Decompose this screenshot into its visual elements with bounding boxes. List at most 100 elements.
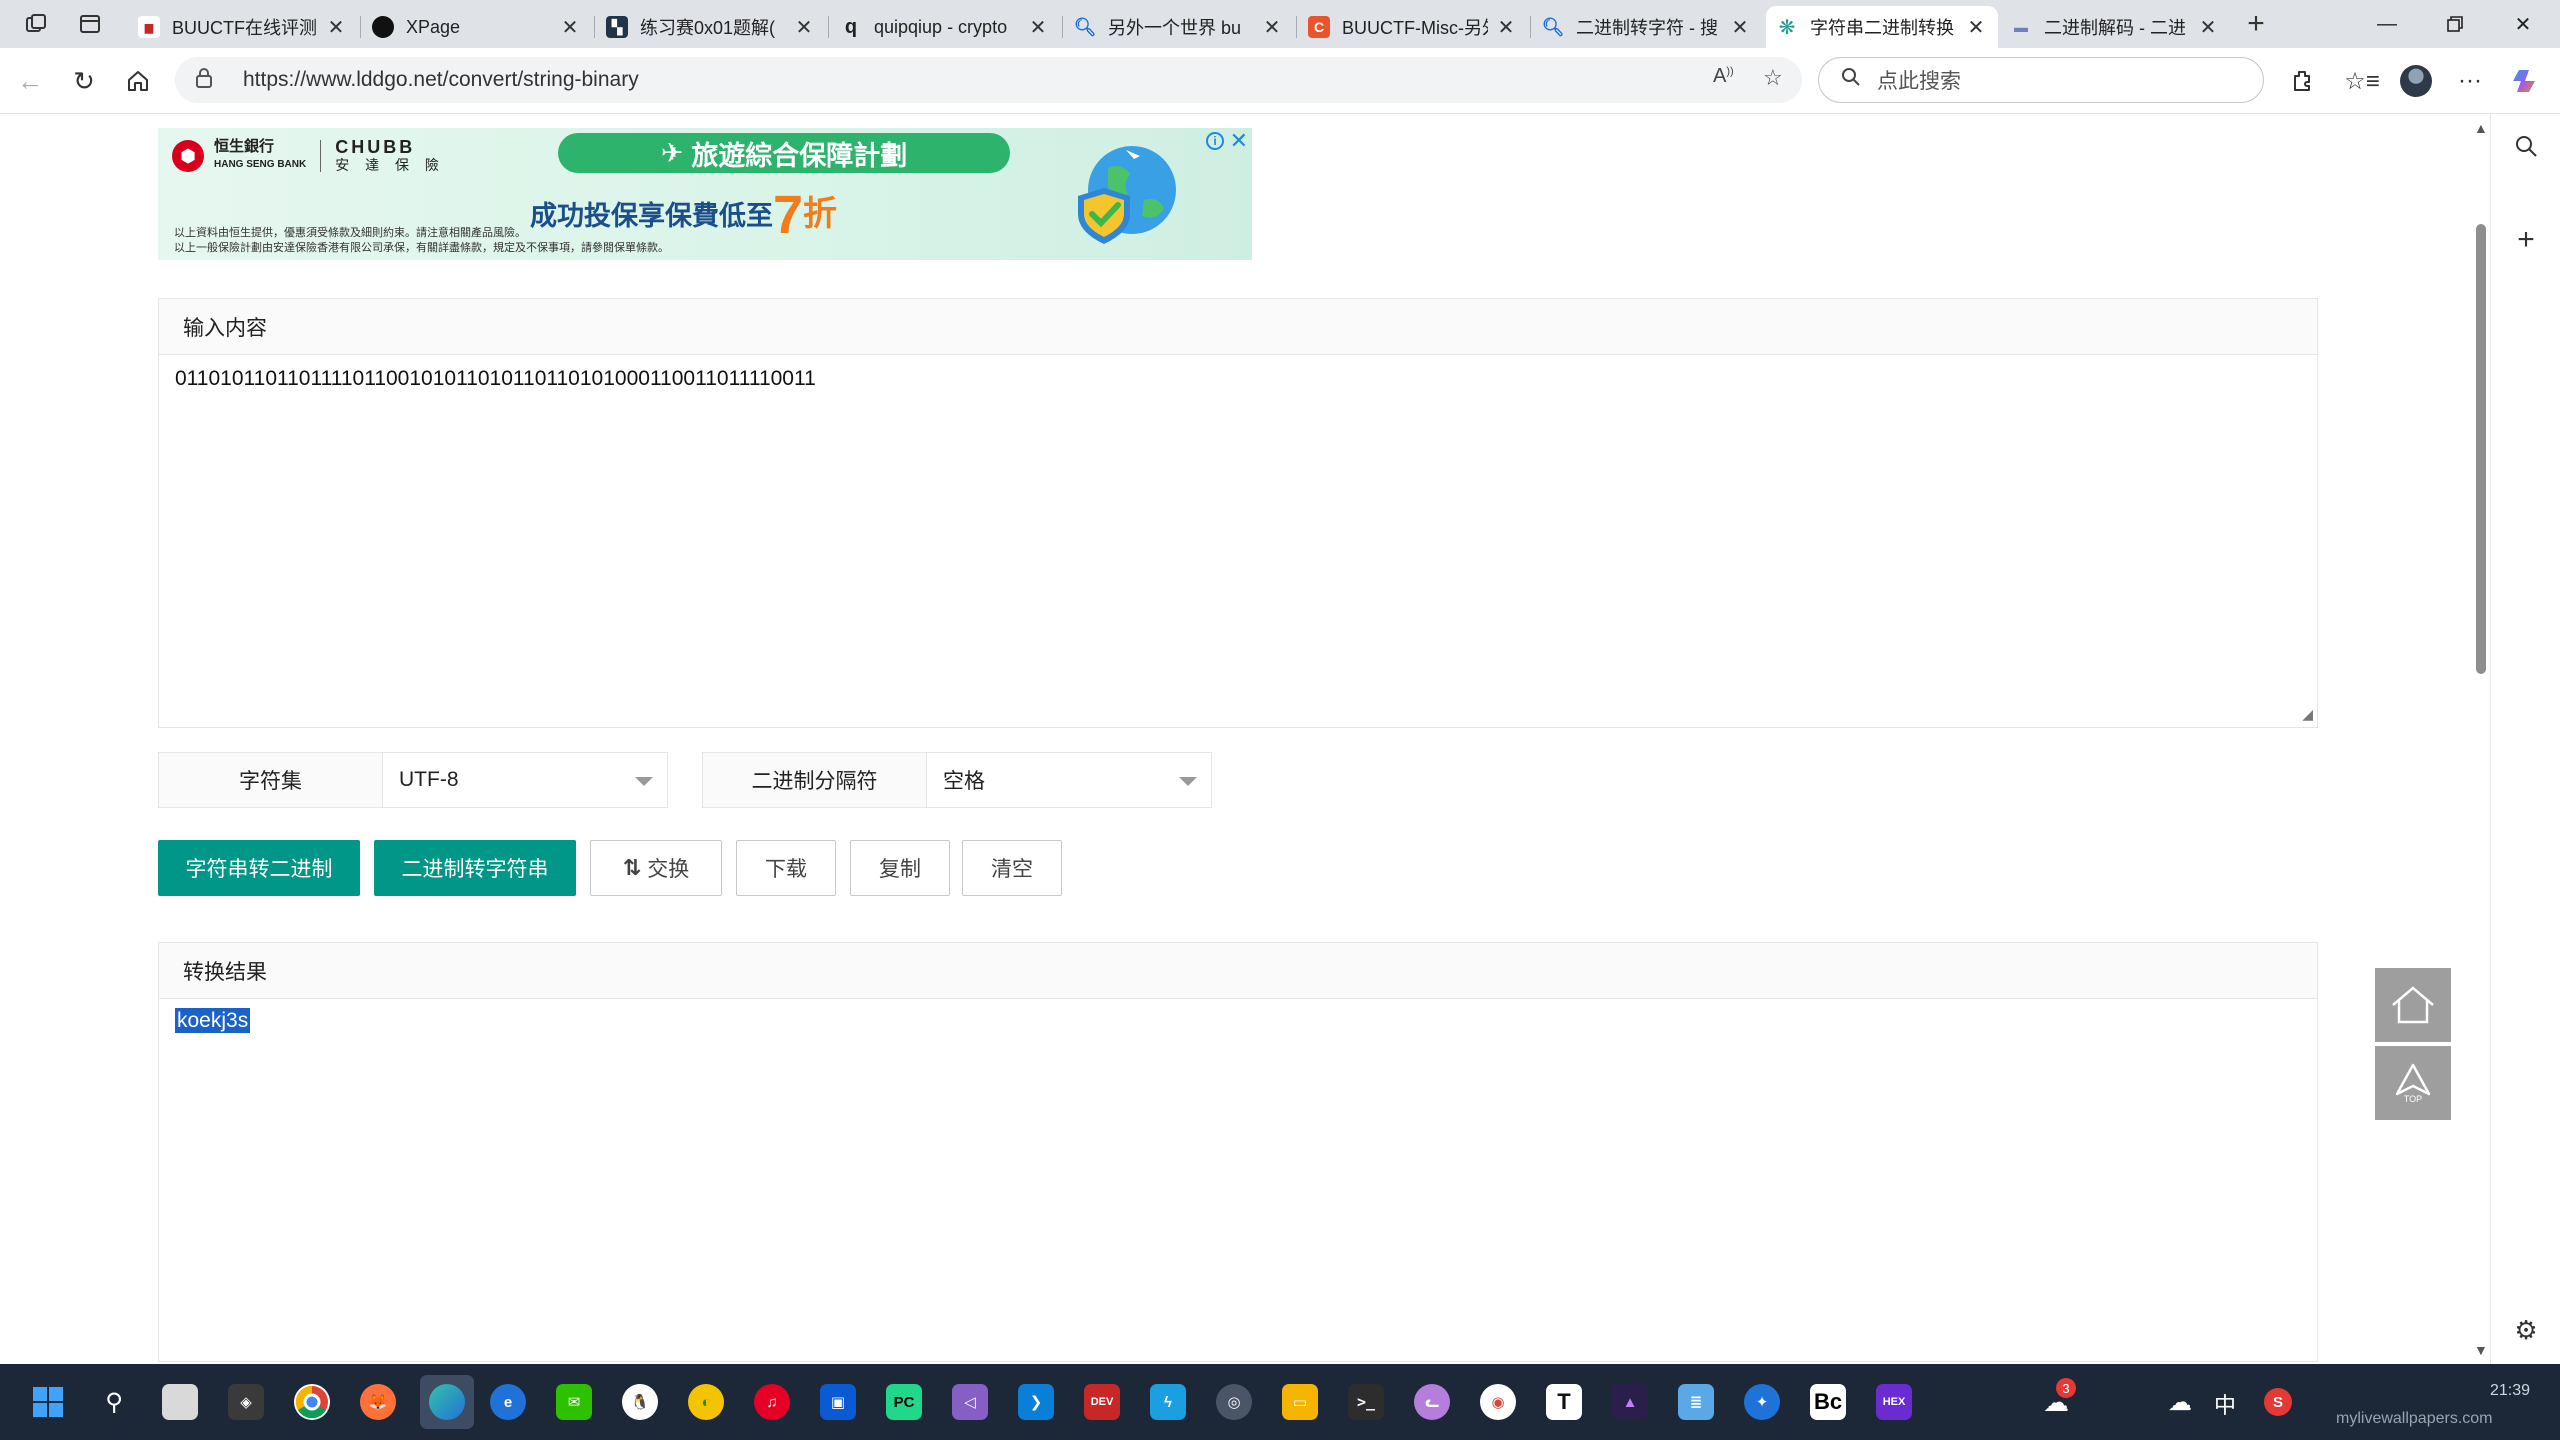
close-window-button[interactable]: ✕ xyxy=(2498,8,2548,40)
url-text[interactable]: https://www.lddgo.net/convert/string-bin… xyxy=(243,68,639,92)
tab-another-world[interactable]: 🔍︎ 另外一个世界 bu ✕ xyxy=(1064,6,1294,48)
sidebar-add-icon[interactable]: + xyxy=(2508,222,2544,258)
wechat-icon[interactable]: ✉ xyxy=(556,1384,592,1420)
qq-icon[interactable]: 🐧 xyxy=(622,1384,658,1420)
tab-string-binary[interactable]: ❋ 字符串二进制转换 ✕ xyxy=(1766,6,1998,48)
ad-info-icon[interactable]: i xyxy=(1206,132,1224,150)
vscode-icon[interactable]: ❯ xyxy=(1018,1384,1054,1420)
close-icon[interactable]: ✕ xyxy=(1494,15,1518,40)
tab-practice[interactable]: ▚ 练习赛0x01题解( ✕ xyxy=(596,6,826,48)
ime-indicator[interactable]: 中 xyxy=(2214,1388,2236,1420)
hex-editor-icon[interactable]: HEX xyxy=(1876,1384,1912,1420)
sidebar-settings-icon[interactable]: ⚙ xyxy=(2508,1312,2544,1348)
devcpp-icon[interactable]: DEV xyxy=(1084,1384,1120,1420)
chevron-down-icon[interactable] xyxy=(635,777,653,786)
extensions-icon[interactable] xyxy=(2284,64,2320,98)
close-icon[interactable]: ✕ xyxy=(324,15,348,40)
close-icon[interactable]: ✕ xyxy=(558,15,582,40)
clock[interactable]: 21:39 xyxy=(2490,1382,2530,1400)
download-button[interactable]: 下载 xyxy=(736,840,836,896)
tab-binary-decode[interactable]: ▬ 二进制解码 - 二进 ✕ xyxy=(2000,6,2230,48)
refresh-button[interactable]: ↻ xyxy=(66,64,102,98)
taskbar-search-icon[interactable]: ⚲ xyxy=(96,1384,132,1420)
chevron-down-icon[interactable] xyxy=(1179,777,1197,786)
read-aloud-icon[interactable]: A)) xyxy=(1713,65,1734,88)
search-placeholder[interactable]: 点此搜索 xyxy=(1877,65,1961,95)
chrome-icon[interactable] xyxy=(294,1384,330,1420)
bolt-app-icon[interactable]: ϟ xyxy=(1150,1384,1186,1420)
favorite-star-icon[interactable]: ☆ xyxy=(1763,65,1783,91)
tab-quipqiup[interactable]: q quipqiup - crypto ✕ xyxy=(830,6,1060,48)
restore-button[interactable] xyxy=(2430,8,2480,40)
app-blue-icon[interactable]: ✦ xyxy=(1744,1384,1780,1420)
tray-cloud-icon[interactable]: ☁ xyxy=(2162,1384,2198,1420)
app-mountain-icon[interactable]: ▲ xyxy=(1612,1384,1648,1420)
tab-actions-icon[interactable] xyxy=(72,8,108,40)
tab-buuctf[interactable]: ▆ BUUCTF在线评测 ✕ xyxy=(128,6,358,48)
terminal-icon[interactable]: >_ xyxy=(1348,1384,1384,1420)
workspaces-icon[interactable] xyxy=(18,8,54,40)
resize-handle-icon[interactable]: ◢ xyxy=(2302,706,2313,723)
app-box-icon[interactable]: ▣ xyxy=(820,1384,856,1420)
minimize-button[interactable]: — xyxy=(2362,8,2412,40)
clear-button[interactable]: 清空 xyxy=(962,840,1062,896)
binary-to-string-button[interactable]: 二进制转字符串 xyxy=(374,840,576,896)
app-leaf-icon[interactable]: ◐ xyxy=(688,1384,724,1420)
lock-icon[interactable] xyxy=(195,67,225,93)
visual-studio-icon[interactable]: ◁ xyxy=(952,1384,988,1420)
pycharm-icon[interactable]: PC xyxy=(886,1384,922,1420)
netease-music-icon[interactable]: ♫ xyxy=(754,1384,790,1420)
close-icon[interactable]: ✕ xyxy=(2196,15,2220,40)
close-icon[interactable]: ✕ xyxy=(1260,15,1284,40)
windows-start-icon[interactable] xyxy=(30,1384,66,1420)
close-icon[interactable]: ✕ xyxy=(1026,15,1050,40)
task-view-icon[interactable] xyxy=(162,1384,198,1420)
chrome-alt-icon[interactable]: ◉ xyxy=(1480,1384,1516,1420)
file-explorer-icon[interactable]: ▭ xyxy=(1282,1384,1318,1420)
cat-app-icon[interactable]: ᓚ xyxy=(1414,1384,1450,1420)
string-to-binary-button[interactable]: 字符串转二进制 xyxy=(158,840,360,896)
input-textarea[interactable] xyxy=(159,355,2317,727)
charset-value[interactable]: UTF-8 xyxy=(399,768,459,792)
back-to-top-button[interactable]: TOP xyxy=(2375,1046,2451,1120)
app-bc-icon[interactable]: Bc xyxy=(1810,1384,1846,1420)
more-menu-icon[interactable]: ··· xyxy=(2452,64,2488,98)
ad-close-icon[interactable]: ✕ xyxy=(1230,128,1248,154)
scrollbar-thumb[interactable] xyxy=(2476,224,2486,674)
output-area[interactable]: koekj3s xyxy=(159,999,2317,1043)
tab-csdn[interactable]: C BUUCTF-Misc-另外 ✕ xyxy=(1298,6,1528,48)
scroll-down-icon[interactable]: ▼ xyxy=(2474,1342,2488,1358)
edge-active-icon[interactable] xyxy=(420,1375,474,1429)
float-home-button[interactable] xyxy=(2375,968,2451,1042)
swap-button[interactable]: ⇅ 交换 xyxy=(590,840,722,896)
new-tab-button[interactable]: + xyxy=(2238,7,2274,40)
typora-icon[interactable]: T xyxy=(1546,1384,1582,1420)
sidebar-search-icon[interactable] xyxy=(2508,128,2544,164)
copy-button[interactable]: 复制 xyxy=(850,840,950,896)
app-circle-icon[interactable]: ◎ xyxy=(1216,1384,1252,1420)
back-button[interactable]: ← xyxy=(12,64,48,98)
close-icon[interactable]: ✕ xyxy=(792,15,816,40)
copilot-icon[interactable] xyxy=(2508,64,2544,98)
notepad-icon[interactable]: ≣ xyxy=(1678,1384,1714,1420)
favorites-icon[interactable]: ☆≡ xyxy=(2344,64,2380,98)
address-bar[interactable]: https://www.lddgo.net/convert/string-bin… xyxy=(175,57,1802,103)
separator-value[interactable]: 空格 xyxy=(943,765,985,795)
tab-xpage[interactable]: XPage ✕ xyxy=(362,6,592,48)
profile-avatar[interactable] xyxy=(2398,64,2434,98)
scroll-up-icon[interactable]: ▲ xyxy=(2474,120,2488,136)
edge-ai-icon[interactable]: e xyxy=(490,1384,526,1420)
page-scrollbar[interactable]: ▲ ▼ xyxy=(2470,114,2490,1364)
output-text[interactable]: koekj3s xyxy=(175,1008,251,1033)
close-icon[interactable]: ✕ xyxy=(1728,15,1752,40)
separator-select[interactable]: 空格 xyxy=(927,753,1211,807)
tab-binary-search[interactable]: 🔍︎ 二进制转字符 - 搜 ✕ xyxy=(1532,6,1762,48)
widgets-icon[interactable]: ◈ xyxy=(228,1384,264,1420)
tray-app-icon[interactable]: S xyxy=(2264,1388,2292,1416)
firefox-icon[interactable]: 🦊 xyxy=(360,1384,396,1420)
browser-search-box[interactable]: 点此搜索 xyxy=(1818,57,2264,103)
charset-select[interactable]: UTF-8 xyxy=(383,753,667,807)
close-icon[interactable]: ✕ xyxy=(1964,15,1988,40)
ad-banner[interactable]: ⬢ 恒生銀行 HANG SENG BANK CHUBB 安 達 保 險 ✈ 旅遊… xyxy=(158,128,1252,260)
home-button[interactable] xyxy=(120,64,156,98)
